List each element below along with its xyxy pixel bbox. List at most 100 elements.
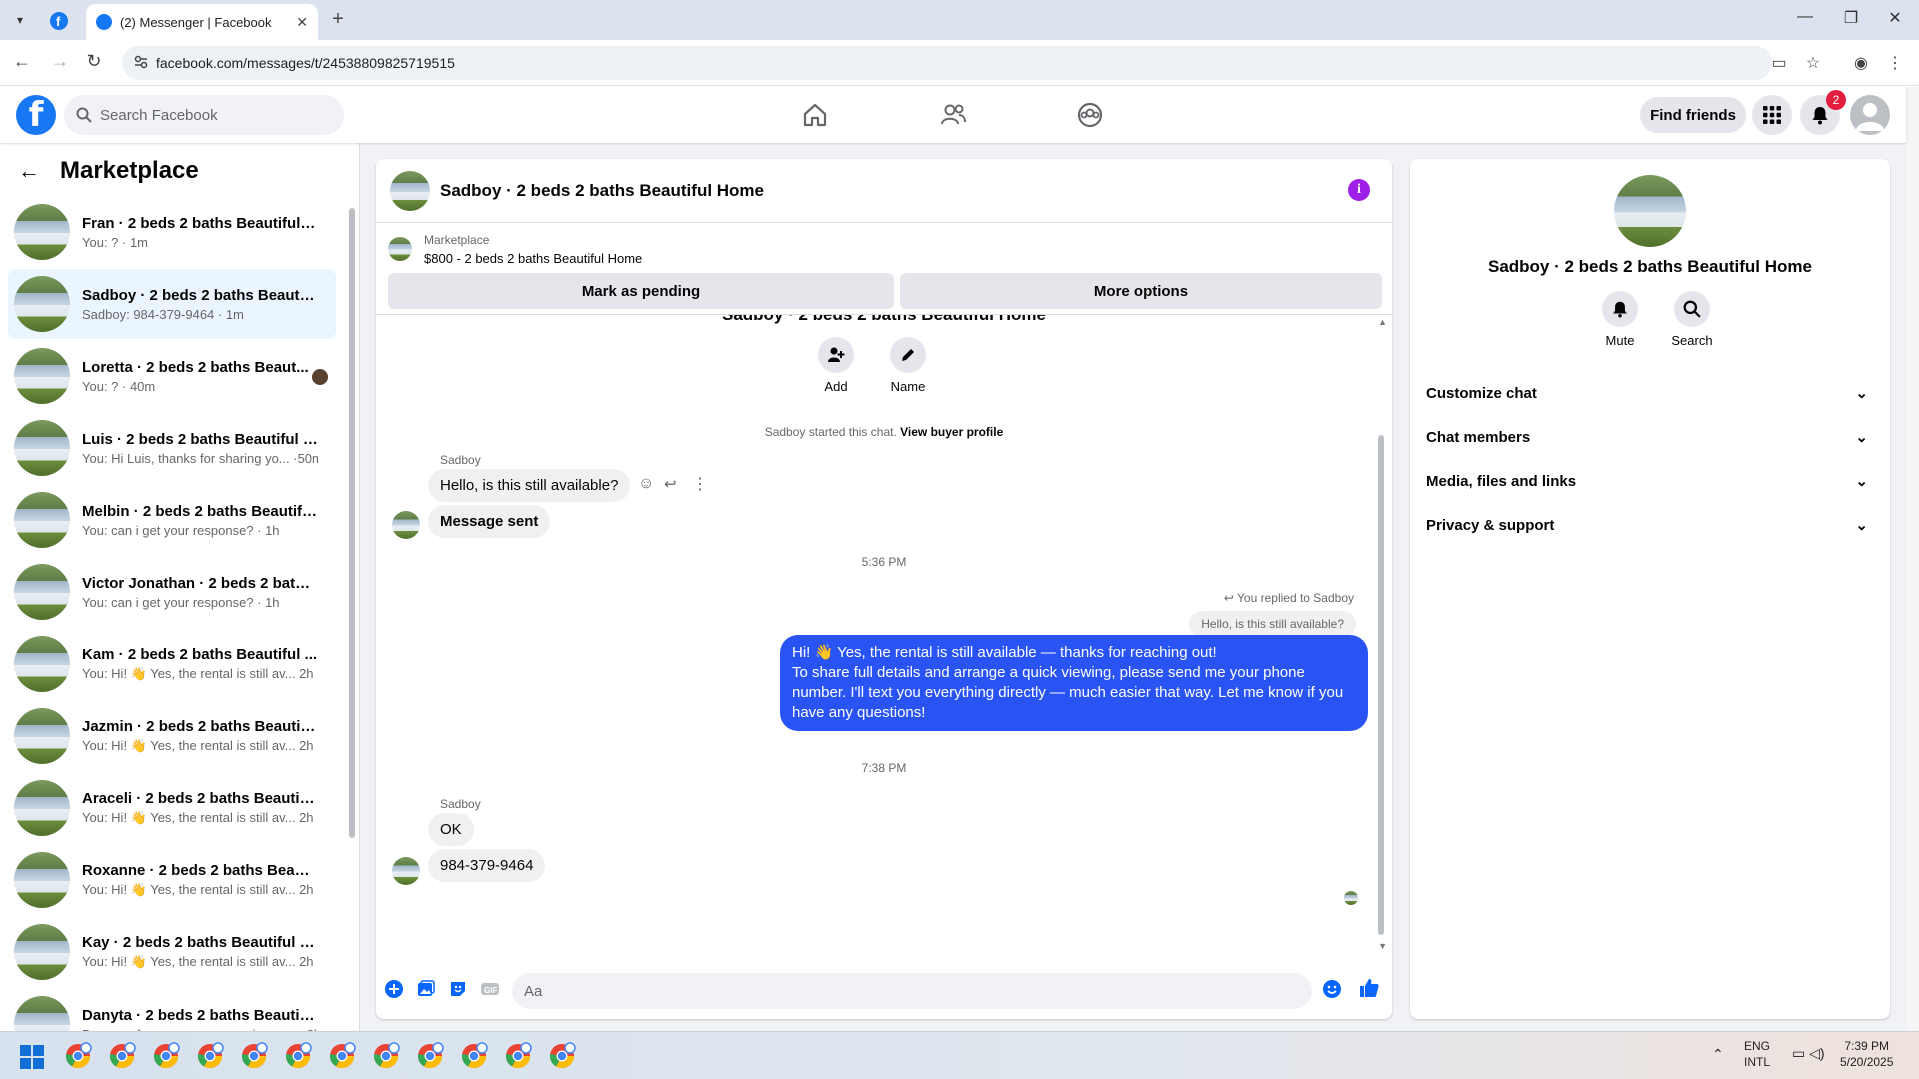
media-files-links-row[interactable]: Media, files and links ⌄	[1426, 459, 1874, 503]
conversation-item[interactable]: Fran · 2 beds 2 baths Beautiful H... You:…	[8, 197, 336, 267]
home-icon[interactable]	[801, 101, 829, 129]
windows-start-icon[interactable]	[20, 1045, 44, 1069]
scroll-down-arrow-icon[interactable]: ▼	[1378, 941, 1387, 951]
conversation-item[interactable]: Roxanne · 2 beds 2 baths Beauti... You: H…	[8, 845, 336, 915]
plus-circle-icon[interactable]	[384, 979, 404, 999]
conversation-preview: You: Hi! 👋 Yes, the rental is still av..…	[82, 738, 314, 753]
chrome-taskbar-icon[interactable]	[106, 1040, 138, 1072]
conversation-item[interactable]: Araceli · 2 beds 2 baths Beautifu... You:…	[8, 773, 336, 843]
conversation-preview: You: Hi! 👋 Yes, the rental is still av..…	[82, 882, 314, 897]
view-buyer-profile-link[interactable]: View buyer profile	[900, 425, 1003, 439]
conversation-item[interactable]: Luis · 2 beds 2 baths Beautiful H... You:…	[8, 413, 336, 483]
close-window-button[interactable]: ✕	[1872, 8, 1918, 28]
outgoing-message[interactable]: Hi! 👋 Yes, the rental is still available…	[780, 635, 1368, 731]
conversation-item[interactable]: Kay · 2 beds 2 baths Beautiful H... You: …	[8, 917, 336, 987]
chrome-taskbar-icon[interactable]	[150, 1040, 182, 1072]
incoming-message[interactable]: OK	[428, 813, 474, 846]
mark-as-pending-button[interactable]: Mark as pending	[388, 273, 894, 309]
facebook-search-input[interactable]: Search Facebook	[64, 95, 344, 135]
emoji-icon[interactable]	[1322, 979, 1342, 999]
forward-button[interactable]: →	[48, 51, 72, 72]
add-people-button[interactable]	[818, 337, 854, 373]
conversation-item[interactable]: Jazmin · 2 beds 2 baths Beautifu... You: …	[8, 701, 336, 771]
more-actions-icon[interactable]: ⋮	[692, 474, 708, 494]
chrome-taskbar-icon[interactable]	[282, 1040, 314, 1072]
listing-price-title[interactable]: $800 - 2 beds 2 baths Beautiful Home	[424, 251, 642, 266]
chat-title[interactable]: Sadboy · 2 beds 2 baths Beautiful Home	[440, 181, 764, 201]
clock[interactable]: 7:39 PM 5/20/2025	[1840, 1038, 1893, 1070]
facebook-pinned-tab-icon[interactable]: f	[48, 10, 70, 32]
react-emoji-icon[interactable]: ☺	[638, 475, 654, 493]
profile-icon[interactable]: ◉	[1850, 52, 1872, 74]
friends-icon[interactable]	[939, 101, 967, 129]
back-button[interactable]: ←	[10, 51, 34, 72]
sticker-icon[interactable]	[448, 979, 468, 999]
lang-layout: INTL	[1744, 1055, 1771, 1069]
incoming-message[interactable]: 984-379-9464	[428, 849, 546, 882]
language-indicator[interactable]: ENG INTL	[1744, 1038, 1770, 1070]
back-arrow-icon[interactable]: ←	[18, 158, 40, 184]
conversation-item[interactable]: Sadboy · 2 beds 2 baths Beautif... Sadboy…	[8, 269, 336, 339]
details-listing-photo[interactable]	[1614, 175, 1686, 247]
conversation-item[interactable]: Loretta · 2 beds 2 baths Beaut... You: ? …	[8, 341, 336, 411]
customize-chat-row[interactable]: Customize chat ⌄	[1426, 371, 1874, 415]
chrome-taskbar-icon[interactable]	[238, 1040, 270, 1072]
site-info-icon[interactable]	[134, 55, 148, 69]
gallery-icon[interactable]	[416, 979, 436, 999]
facebook-logo[interactable]: f	[16, 95, 56, 135]
scroll-up-arrow-icon[interactable]: ▲	[1378, 317, 1387, 327]
chrome-taskbar-icon[interactable]	[326, 1040, 358, 1072]
thumbs-up-icon[interactable]	[1358, 977, 1380, 999]
reload-button[interactable]: ↻	[82, 51, 106, 72]
new-tab-button[interactable]: +	[326, 8, 350, 31]
chrome-taskbar-icon[interactable]	[546, 1040, 578, 1072]
reply-icon[interactable]: ↩	[664, 475, 677, 493]
tab-search-dropdown[interactable]: ▾	[8, 8, 32, 32]
mute-action[interactable]: Mute	[1590, 291, 1650, 348]
network-volume-icon[interactable]: ▭ ◁)	[1792, 1045, 1825, 1061]
more-options-button[interactable]: More options	[900, 273, 1382, 309]
conversation-item[interactable]: Kam · 2 beds 2 baths Beautiful ... You: H…	[8, 629, 336, 699]
minimize-button[interactable]: —	[1782, 8, 1828, 26]
menu-grid-button[interactable]	[1752, 95, 1792, 135]
chrome-taskbar-icon[interactable]	[370, 1040, 402, 1072]
privacy-support-row[interactable]: Privacy & support ⌄	[1426, 503, 1874, 547]
message-input[interactable]: Aa	[512, 973, 1312, 1009]
install-app-icon[interactable]: ▭	[1768, 52, 1790, 74]
thread-scrollbar-thumb[interactable]	[1378, 435, 1384, 935]
sidebar-scrollbar-thumb[interactable]	[349, 208, 355, 838]
conversation-item[interactable]: Victor Jonathan · 2 beds 2 baths... You: …	[8, 557, 336, 627]
conversation-item[interactable]: Danyta · 2 beds 2 baths Beautifu...Bewar…	[8, 989, 336, 1031]
chrome-taskbar-icon[interactable]	[62, 1040, 94, 1072]
chrome-taskbar-icon[interactable]	[458, 1040, 490, 1072]
chrome-taskbar-icon[interactable]	[414, 1040, 446, 1072]
edit-name-button[interactable]	[890, 337, 926, 373]
chat-listing-photo[interactable]	[390, 170, 430, 211]
timestamp: 7:38 PM	[861, 761, 907, 775]
quoted-message[interactable]: Hello, is this still available?	[1189, 611, 1356, 637]
incoming-message[interactable]: Message sent	[428, 505, 551, 538]
chat-members-row[interactable]: Chat members ⌄	[1426, 415, 1874, 459]
chrome-taskbar-icon[interactable]	[502, 1040, 534, 1072]
sender-avatar[interactable]	[392, 511, 420, 539]
active-tab[interactable]: (2) Messenger | Facebook ✕	[86, 4, 318, 40]
info-icon[interactable]: i	[1348, 179, 1370, 201]
conversation-item[interactable]: Melbin · 2 beds 2 baths Beautifu... You: …	[8, 485, 336, 555]
listing-thumbnail[interactable]	[388, 237, 412, 261]
sender-avatar[interactable]	[392, 857, 420, 885]
groups-icon[interactable]	[1076, 101, 1104, 129]
menu-kebab-icon[interactable]: ⋮	[1884, 52, 1906, 74]
url-field[interactable]: facebook.com/messages/t/2453880982571951…	[122, 46, 1772, 80]
account-avatar[interactable]	[1850, 95, 1890, 135]
chrome-taskbar-icon[interactable]	[194, 1040, 226, 1072]
tray-overflow-icon[interactable]: ⌃	[1712, 1046, 1724, 1062]
find-friends-button[interactable]: Find friends	[1640, 97, 1746, 133]
gif-icon[interactable]: GIF	[480, 979, 500, 999]
restore-button[interactable]: ❐	[1828, 8, 1874, 28]
page-scrollbar[interactable]	[1906, 87, 1919, 1031]
search-in-chat-action[interactable]: Search	[1662, 291, 1722, 348]
close-tab-icon[interactable]: ✕	[296, 14, 308, 31]
incoming-message[interactable]: Hello, is this still available?	[428, 469, 631, 502]
bookmark-star-icon[interactable]: ☆	[1802, 52, 1824, 74]
row-label: Media, files and links	[1426, 472, 1577, 490]
